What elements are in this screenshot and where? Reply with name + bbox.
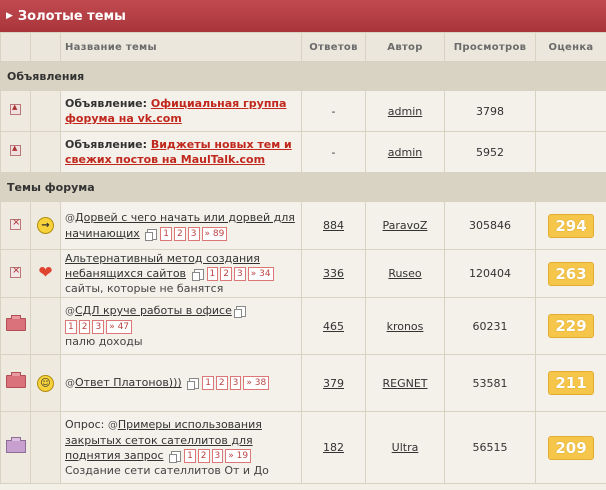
rating-badge: 211: [548, 371, 594, 395]
table-row: → @Дорвей с чего начать или дорвей для н…: [0, 201, 606, 250]
arrow-right-icon: →: [37, 217, 54, 234]
page-link[interactable]: 1: [206, 267, 219, 281]
replies-count: -: [301, 90, 366, 132]
last-page-link[interactable]: » 47: [106, 320, 133, 334]
views-count: 60231: [444, 297, 536, 355]
page-link[interactable]: 1: [184, 449, 196, 463]
forum-block: ▶ Золотые темы Название темы Ответов Авт…: [0, 0, 606, 490]
poll-prefix: Опрос:: [65, 418, 108, 431]
page-link[interactable]: 2: [220, 267, 233, 281]
table-row: Объявление: Официальная группа форума на…: [0, 90, 606, 132]
page-link[interactable]: 1: [160, 227, 173, 241]
last-page-link[interactable]: » 19: [225, 449, 252, 463]
heart-icon: ❤: [38, 263, 53, 283]
rating-badge: 209: [548, 435, 594, 460]
poll-folder-icon: [5, 436, 26, 453]
views-count: 3798: [444, 90, 536, 132]
topic-link[interactable]: СДЛ круче работы в офисе: [75, 304, 232, 317]
table-row: ☺ @Ответ Платонов))) 1 2 3» 38 379 REGNET …: [0, 354, 606, 412]
page-link[interactable]: 1: [65, 320, 77, 334]
author-link[interactable]: kronos: [387, 320, 424, 333]
rating-badge: 229: [548, 314, 594, 338]
topic-link[interactable]: Ответ Платонов))): [75, 376, 182, 389]
replies-link[interactable]: 465: [323, 320, 344, 333]
section-announcements: Объявления: [0, 61, 606, 91]
rating-badge: 263: [548, 261, 594, 286]
replies-link[interactable]: 884: [323, 219, 344, 232]
pages-icon: [233, 305, 246, 318]
section-topics: Темы форума: [0, 172, 606, 202]
table-header-row: Название темы Ответов Автор Просмотров О…: [0, 32, 606, 62]
attachment-icon: @: [65, 306, 75, 317]
column-author[interactable]: Автор: [365, 32, 445, 62]
pages-icon: [191, 268, 204, 281]
last-page-link[interactable]: » 38: [243, 376, 270, 390]
block-header: ▶ Золотые темы: [0, 0, 606, 32]
pages-icon: [169, 450, 182, 463]
table-row: ❤ Альтернативный метод создания небанящи…: [0, 249, 606, 298]
replies-link[interactable]: 336: [323, 267, 344, 280]
pin-icon: [10, 144, 21, 156]
replies-count: -: [301, 131, 366, 173]
announcement-prefix: Объявление:: [65, 97, 151, 110]
author-link[interactable]: admin: [388, 105, 422, 118]
rating-badge: 294: [548, 213, 594, 238]
author-link[interactable]: Ultra: [392, 441, 419, 454]
author-link[interactable]: Ruseo: [388, 267, 421, 280]
announcement-prefix: Объявление:: [65, 138, 151, 151]
replies-link[interactable]: 379: [323, 377, 344, 390]
folder-icon: [5, 315, 26, 331]
last-page-link[interactable]: » 34: [247, 267, 274, 281]
page-link[interactable]: 3: [92, 320, 105, 334]
page-link[interactable]: 2: [215, 376, 228, 390]
views-count: 120404: [444, 249, 536, 298]
topic-description: сайты, которые не банятся: [65, 282, 224, 295]
column-views[interactable]: Просмотров: [444, 32, 536, 62]
replies-link[interactable]: 182: [323, 441, 344, 454]
page-link[interactable]: 2: [78, 320, 91, 334]
attachment-icon: @: [65, 378, 75, 389]
page-link[interactable]: 3: [211, 449, 224, 463]
views-count: 5952: [444, 131, 536, 173]
column-name[interactable]: Название темы: [60, 32, 302, 62]
table-row: Опрос: @Примеры использования закрытых с…: [0, 411, 606, 484]
page-link[interactable]: 3: [234, 267, 246, 281]
views-count: 53581: [444, 354, 536, 412]
author-link[interactable]: ParavoZ: [383, 219, 428, 232]
attachment-icon: @: [107, 420, 118, 431]
block-title: Золотые темы: [17, 8, 126, 24]
views-count: 56515: [444, 411, 536, 484]
page-link[interactable]: 3: [187, 227, 200, 241]
smile-icon: ☺: [37, 374, 54, 392]
author-link[interactable]: REGNET: [382, 377, 427, 390]
topics-table: Название темы Ответов Автор Просмотров О…: [0, 32, 606, 484]
hot-topic-icon: [10, 217, 21, 230]
page-link[interactable]: 3: [229, 376, 242, 390]
page-link[interactable]: 1: [202, 376, 214, 390]
attachment-icon: @: [65, 213, 75, 224]
pages-icon: [145, 228, 158, 241]
table-row: Объявление: Виджеты новых тем и свежих п…: [0, 131, 606, 173]
hot-topic-icon: [10, 265, 21, 278]
column-replies[interactable]: Ответов: [301, 32, 366, 62]
views-count: 305846: [444, 201, 536, 250]
column-rating[interactable]: Оценка: [535, 32, 606, 62]
page-link[interactable]: 2: [174, 227, 186, 241]
arrow-right-icon: ▶: [6, 11, 13, 21]
page-link[interactable]: 2: [197, 449, 210, 463]
topic-description: Создание сети сателлитов От и До: [65, 464, 269, 477]
topic-description: палю доходы: [65, 335, 143, 348]
author-link[interactable]: admin: [388, 146, 422, 159]
pin-icon: [10, 103, 21, 115]
pages-icon: [187, 377, 200, 390]
table-row: @СДЛ круче работы в офисе 1 2 3» 47 палю д…: [0, 297, 606, 355]
folder-icon: [5, 372, 26, 388]
last-page-link[interactable]: » 89: [201, 227, 228, 241]
